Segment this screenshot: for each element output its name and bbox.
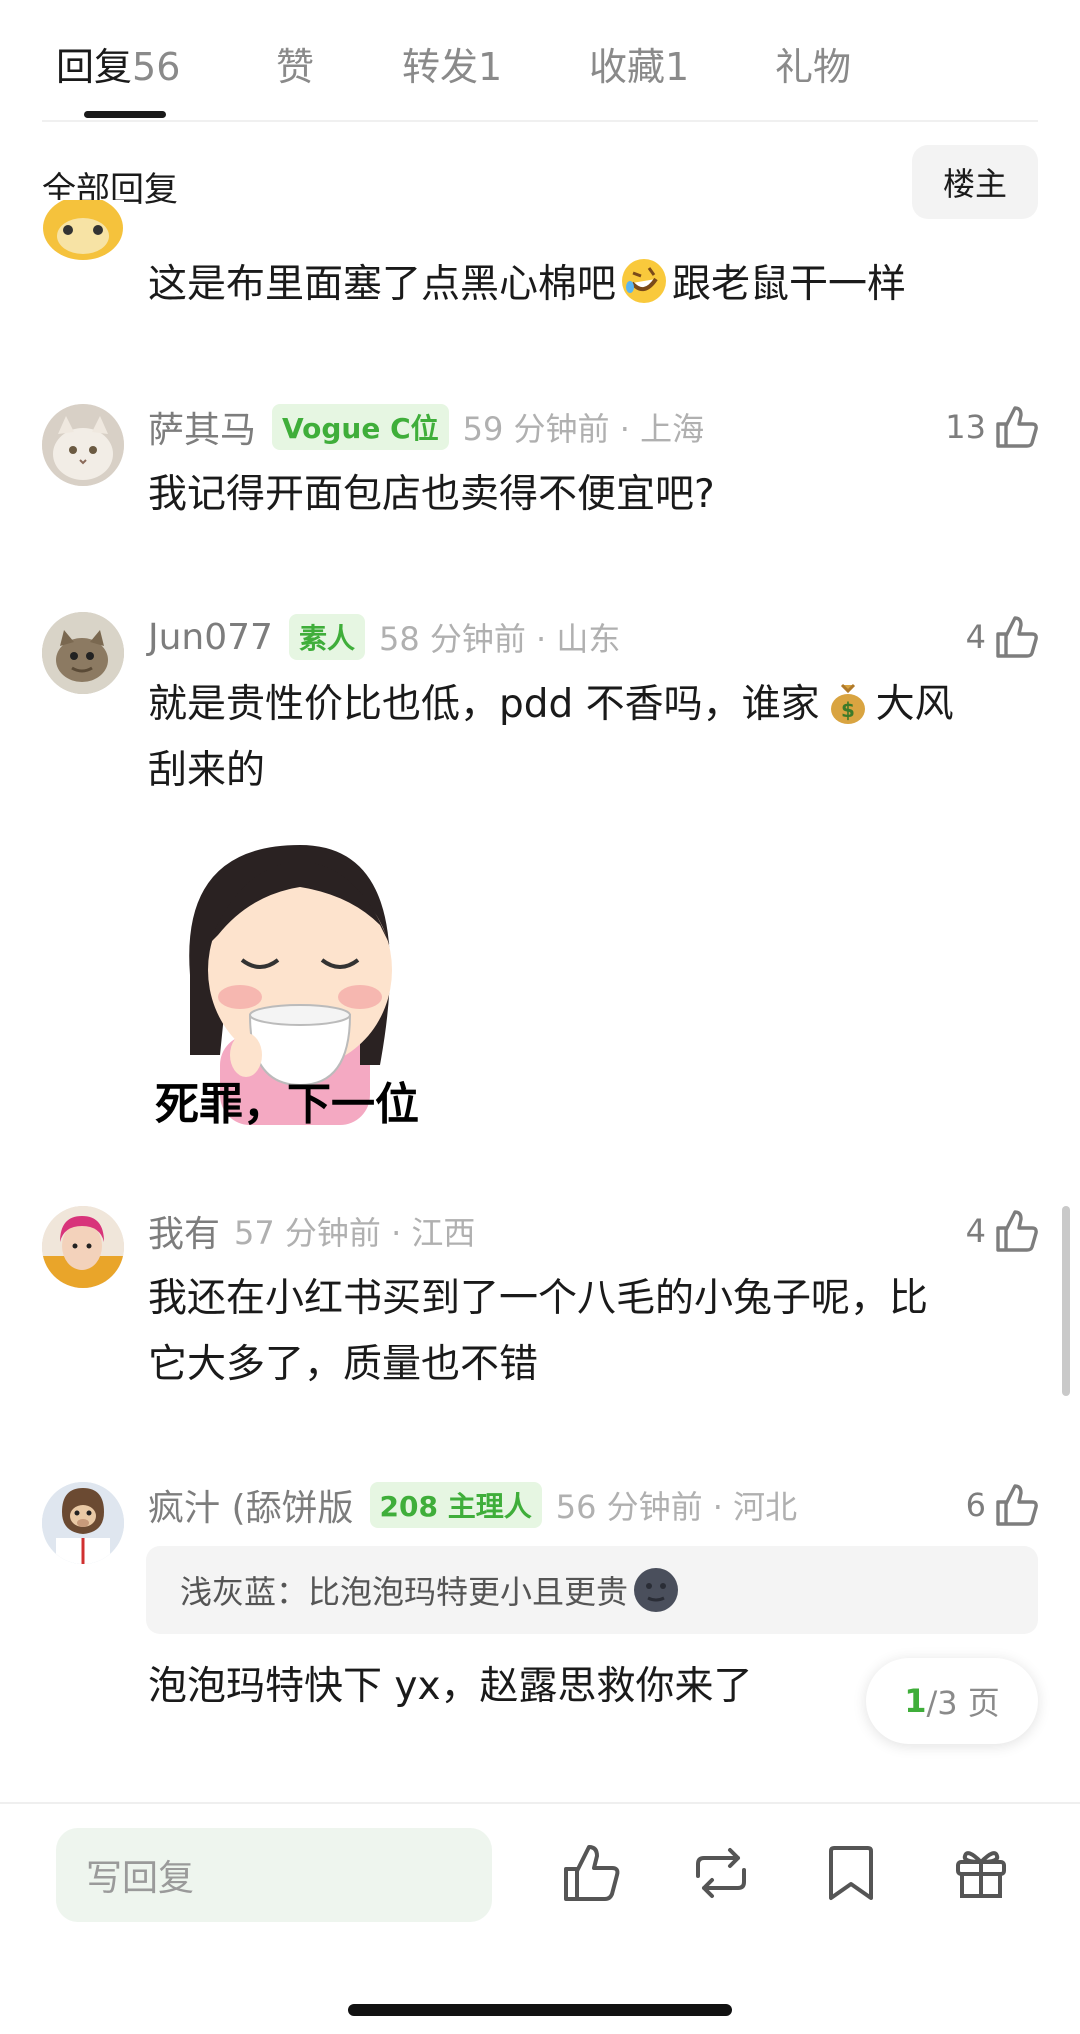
page-indicator[interactable]: 1/3 页 bbox=[866, 1658, 1038, 1744]
avatar[interactable] bbox=[42, 200, 124, 270]
comment-meta: Jun077 素人 58 分钟前 · 山东 bbox=[148, 612, 620, 662]
like-button[interactable]: 6 bbox=[966, 1480, 1040, 1530]
commenter-name[interactable]: 萨其马 bbox=[148, 401, 256, 453]
comment-text: 这是布里面塞了点黑心棉吧 跟老鼠干一样 bbox=[148, 252, 1038, 318]
like-count: 4 bbox=[965, 1212, 986, 1250]
like-count: 13 bbox=[945, 408, 986, 446]
new-moon-face-icon bbox=[632, 1566, 680, 1614]
commenter-name[interactable]: 我有 bbox=[148, 1205, 220, 1257]
user-badge: Vogue C位 bbox=[272, 404, 449, 450]
comment-text-part: 就是贵性价比也低，pdd 不香吗，谁家 bbox=[148, 682, 820, 727]
active-tab-indicator bbox=[84, 111, 166, 118]
comment-time-location: 59 分钟前 · 上海 bbox=[462, 410, 705, 448]
comments-page: 回复56 赞 转发1 收藏1 礼物 全部回复 楼主 这是布里面塞了点黑心棉吧 跟老… bbox=[0, 0, 1080, 2034]
tab-likes[interactable]: 赞 bbox=[276, 36, 314, 91]
comment-meta: 萨其马 Vogue C位 59 分钟前 · 上海 bbox=[148, 402, 704, 452]
tab-bar: 回复56 赞 转发1 收藏1 礼物 bbox=[0, 0, 1080, 122]
quote-author: 浅灰蓝： bbox=[180, 1573, 309, 1611]
owner-filter-button[interactable]: 楼主 bbox=[912, 145, 1038, 219]
thumbs-up-icon bbox=[996, 1210, 1038, 1252]
comment-text-part: 刮来的 bbox=[148, 748, 266, 793]
comment-text: 我记得开面包店也卖得不便宜吧? bbox=[148, 472, 715, 517]
avatar[interactable] bbox=[42, 1206, 124, 1288]
current-page: 1 bbox=[904, 1682, 927, 1720]
thumbs-up-icon bbox=[996, 616, 1038, 658]
avatar[interactable] bbox=[42, 404, 124, 486]
money-bag-icon: $ bbox=[824, 677, 872, 725]
comment-meta: 我有 57 分钟前 · 江西 bbox=[148, 1206, 475, 1256]
tab-gifts[interactable]: 礼物 bbox=[775, 36, 851, 91]
commenter-name[interactable]: Jun077 bbox=[148, 617, 273, 658]
like-count: 4 bbox=[965, 618, 986, 656]
thumbs-up-icon[interactable] bbox=[560, 1842, 622, 1904]
tab-replies-label: 回复 bbox=[56, 45, 133, 89]
comment-text: 我还在小红书买到了一个八毛的小兔子呢，比 它大多了，质量也不错 bbox=[148, 1266, 1038, 1398]
comment-text-part: 大风 bbox=[875, 682, 954, 727]
comment-text-part: 这是布里面塞了点黑心棉吧 bbox=[148, 262, 617, 307]
quote-text: 比泡泡玛特更小且更贵 bbox=[308, 1573, 629, 1611]
commenter-name[interactable]: 疯汁 (舔饼版 bbox=[148, 1479, 354, 1531]
like-button[interactable]: 4 bbox=[966, 1206, 1040, 1256]
gift-icon[interactable] bbox=[950, 1842, 1012, 1904]
user-badge: 素人 bbox=[288, 614, 365, 660]
avatar[interactable] bbox=[42, 1482, 124, 1564]
user-badge: 208 主理人 bbox=[369, 1482, 542, 1528]
svg-text:$: $ bbox=[841, 698, 855, 722]
comment-text-part: 我还在小红书买到了一个八毛的小兔子呢，比 bbox=[148, 1276, 929, 1321]
thumbs-up-icon bbox=[996, 406, 1038, 448]
rofl-emoji-icon bbox=[620, 257, 668, 305]
home-indicator bbox=[348, 2004, 732, 2016]
sticker-caption: 死罪，下一位 bbox=[155, 1079, 419, 1130]
bottom-action-bar: 写回复 bbox=[0, 1802, 1080, 2034]
comment-text: 就是贵性价比也低，pdd 不香吗，谁家 $ 大风 刮来的 bbox=[148, 672, 1038, 804]
like-button[interactable]: 4 bbox=[966, 612, 1040, 662]
avatar[interactable] bbox=[42, 612, 124, 694]
comment-time-location: 56 分钟前 · 河北 bbox=[555, 1488, 798, 1526]
tab-favorites[interactable]: 收藏1 bbox=[589, 36, 689, 91]
bookmark-icon[interactable] bbox=[820, 1842, 882, 1904]
comment-time-location: 58 分钟前 · 山东 bbox=[378, 620, 621, 658]
comment-text-part: 跟老鼠干一样 bbox=[672, 262, 907, 307]
comment-time-location: 57 分钟前 · 江西 bbox=[234, 1214, 476, 1252]
reply-input[interactable]: 写回复 bbox=[56, 1828, 492, 1922]
repost-icon[interactable] bbox=[690, 1842, 752, 1904]
thumbs-up-icon bbox=[996, 1484, 1038, 1526]
tabs-divider bbox=[42, 120, 1038, 122]
total-pages: /3 页 bbox=[926, 1684, 1000, 1722]
quoted-reply[interactable]: 浅灰蓝： 比泡泡玛特更小且更贵 bbox=[146, 1546, 1038, 1634]
scrollbar[interactable] bbox=[1062, 1206, 1070, 1396]
tab-reposts[interactable]: 转发1 bbox=[402, 36, 502, 91]
tab-replies-count: 56 bbox=[132, 45, 181, 89]
like-button[interactable]: 13 bbox=[945, 402, 1040, 452]
comment-text-part: 它大多了，质量也不错 bbox=[148, 1342, 539, 1387]
tab-replies[interactable]: 回复56 bbox=[56, 36, 180, 91]
like-count: 6 bbox=[965, 1486, 986, 1524]
comment-meta: 疯汁 (舔饼版 208 主理人 56 分钟前 · 河北 bbox=[148, 1480, 797, 1530]
